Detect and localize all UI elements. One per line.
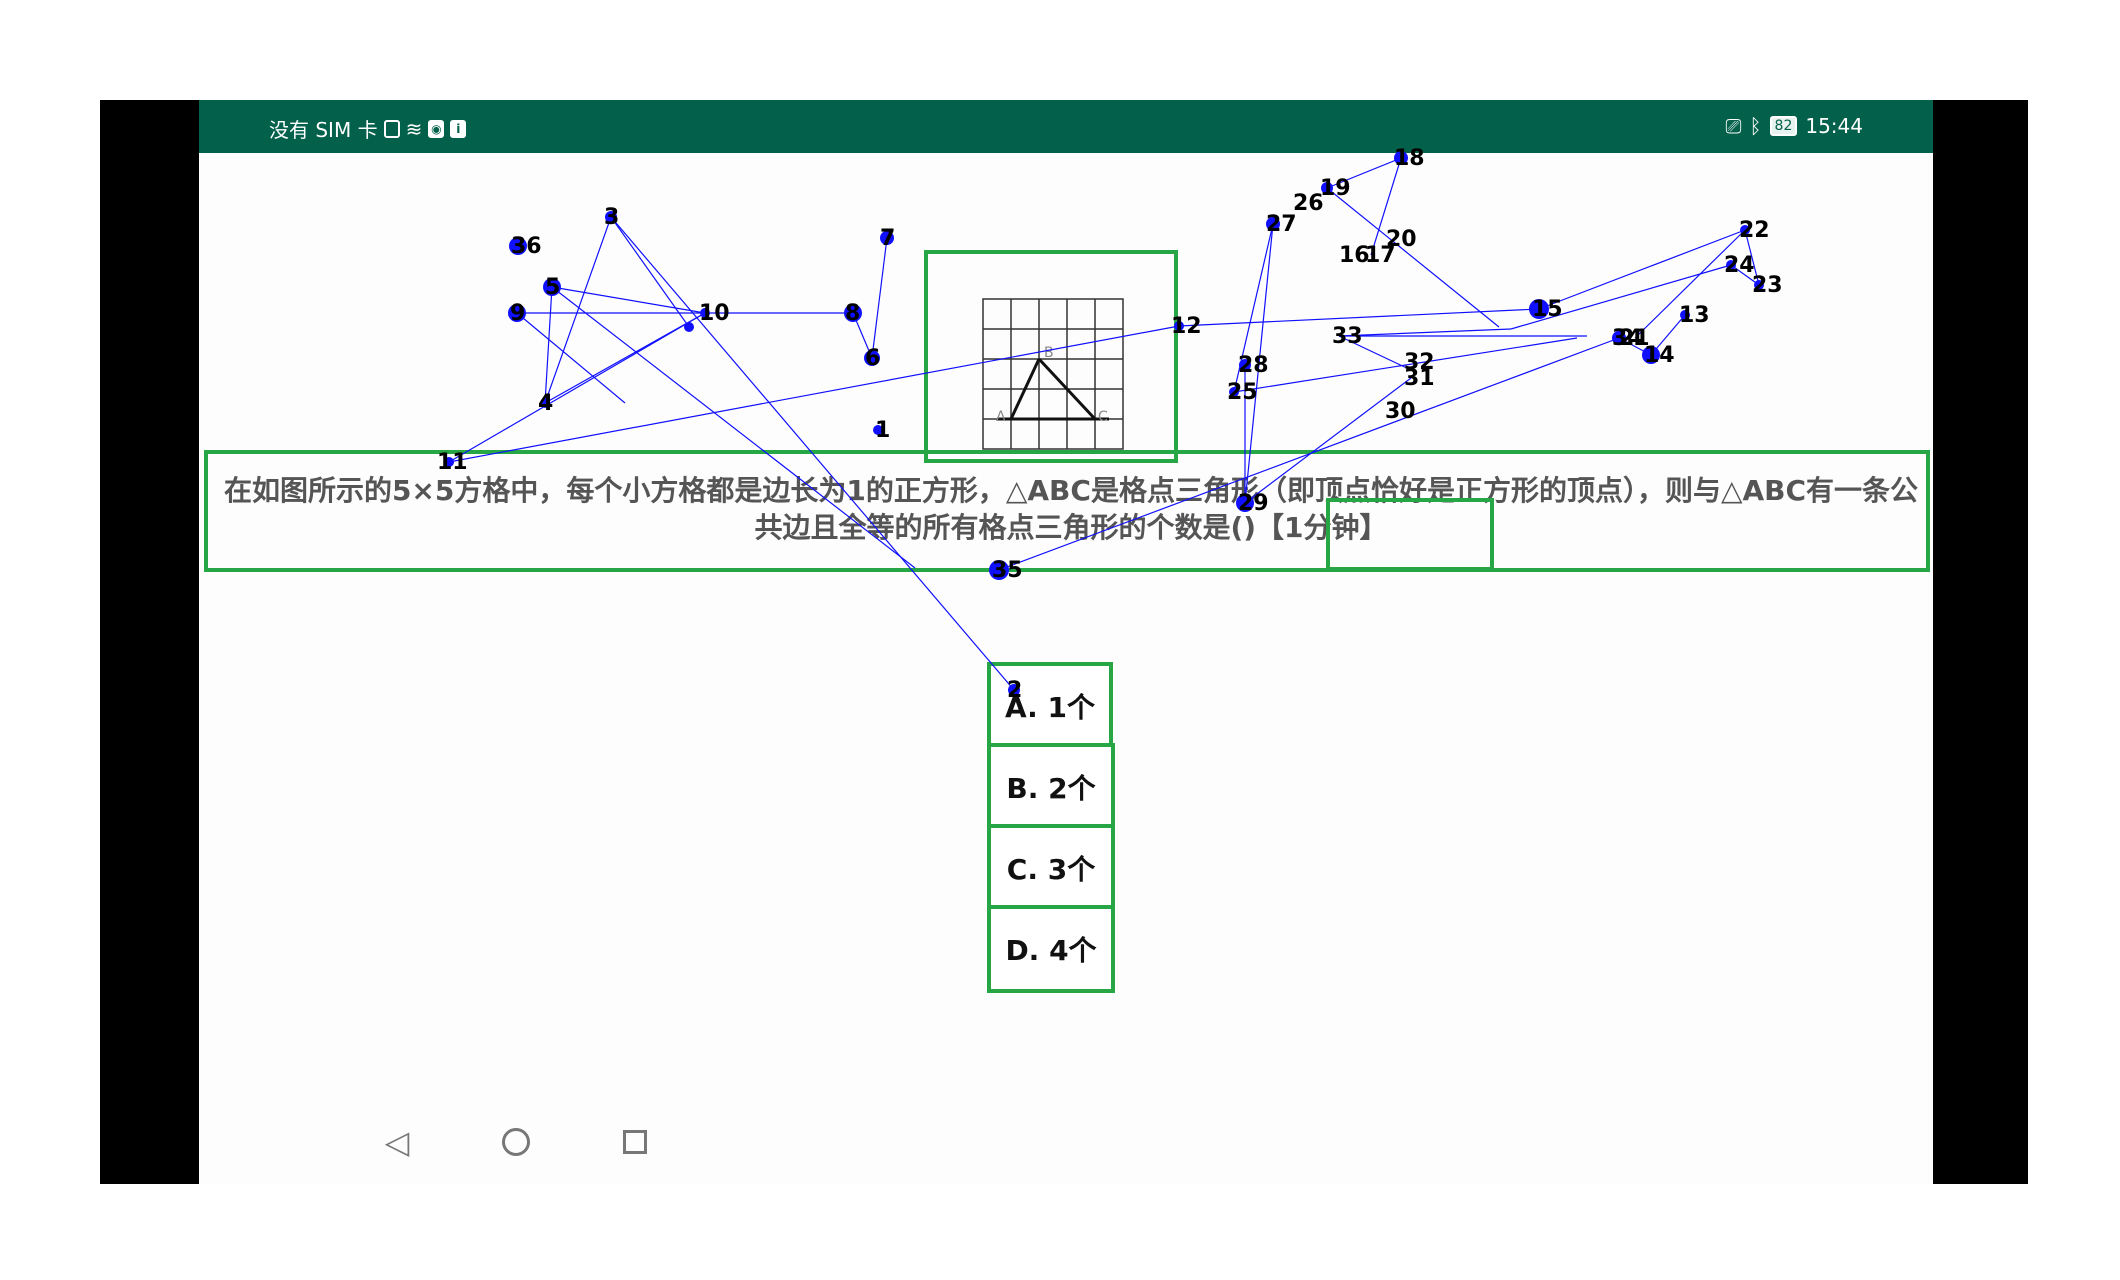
marker-label: 36 xyxy=(511,234,542,259)
marker-label: 20 xyxy=(1386,227,1417,252)
annotation-overlay: 1 2 3 4 5 6 7 8 9 10 11 12 13 14 15 16 1… xyxy=(437,146,1783,703)
marker-label: 28 xyxy=(1238,353,1269,378)
overlay-labels: 1 2 3 4 5 6 7 8 9 10 11 12 13 14 15 16 1… xyxy=(437,146,1783,703)
marker-label: 8 xyxy=(845,301,860,326)
marker-label: 34 xyxy=(1612,326,1643,351)
marker-label: 35 xyxy=(992,558,1023,583)
marker-label: 4 xyxy=(538,391,553,416)
marker-label: 5 xyxy=(545,275,560,300)
screen: 没有 SIM 卡 ≋ ◉ i ⎚ ᛒ 82 15:44 A B C 在如图所示的… xyxy=(199,100,1933,1184)
marker-label: 22 xyxy=(1739,218,1770,243)
marker-label: 25 xyxy=(1227,380,1258,405)
marker-label: 10 xyxy=(699,301,730,326)
overlay-dots xyxy=(444,151,1764,696)
marker-label: 11 xyxy=(437,450,468,475)
marker-label: 15 xyxy=(1532,297,1563,322)
marker-label: 27 xyxy=(1266,212,1297,237)
marker-label: 19 xyxy=(1320,176,1351,201)
marker-label: 18 xyxy=(1394,146,1425,171)
marker-label: 1 xyxy=(875,418,890,443)
overlay-lines xyxy=(448,157,1760,691)
marker-label: 6 xyxy=(865,346,880,371)
marker-label: 24 xyxy=(1724,253,1755,278)
marker-label: 3 xyxy=(604,205,619,230)
marker-label: 30 xyxy=(1385,399,1416,424)
marker-label: 7 xyxy=(880,226,895,251)
marker-label: 12 xyxy=(1171,314,1202,339)
marker-label: 2 xyxy=(1007,678,1022,703)
marker-label: 29 xyxy=(1238,491,1269,516)
marker-label: 33 xyxy=(1332,324,1363,349)
marker-label: 23 xyxy=(1752,273,1783,298)
marker-label: 26 xyxy=(1293,191,1324,216)
marker-label: 32 xyxy=(1404,350,1435,375)
marker-label: 13 xyxy=(1679,303,1710,328)
marker-label: 9 xyxy=(510,301,525,326)
